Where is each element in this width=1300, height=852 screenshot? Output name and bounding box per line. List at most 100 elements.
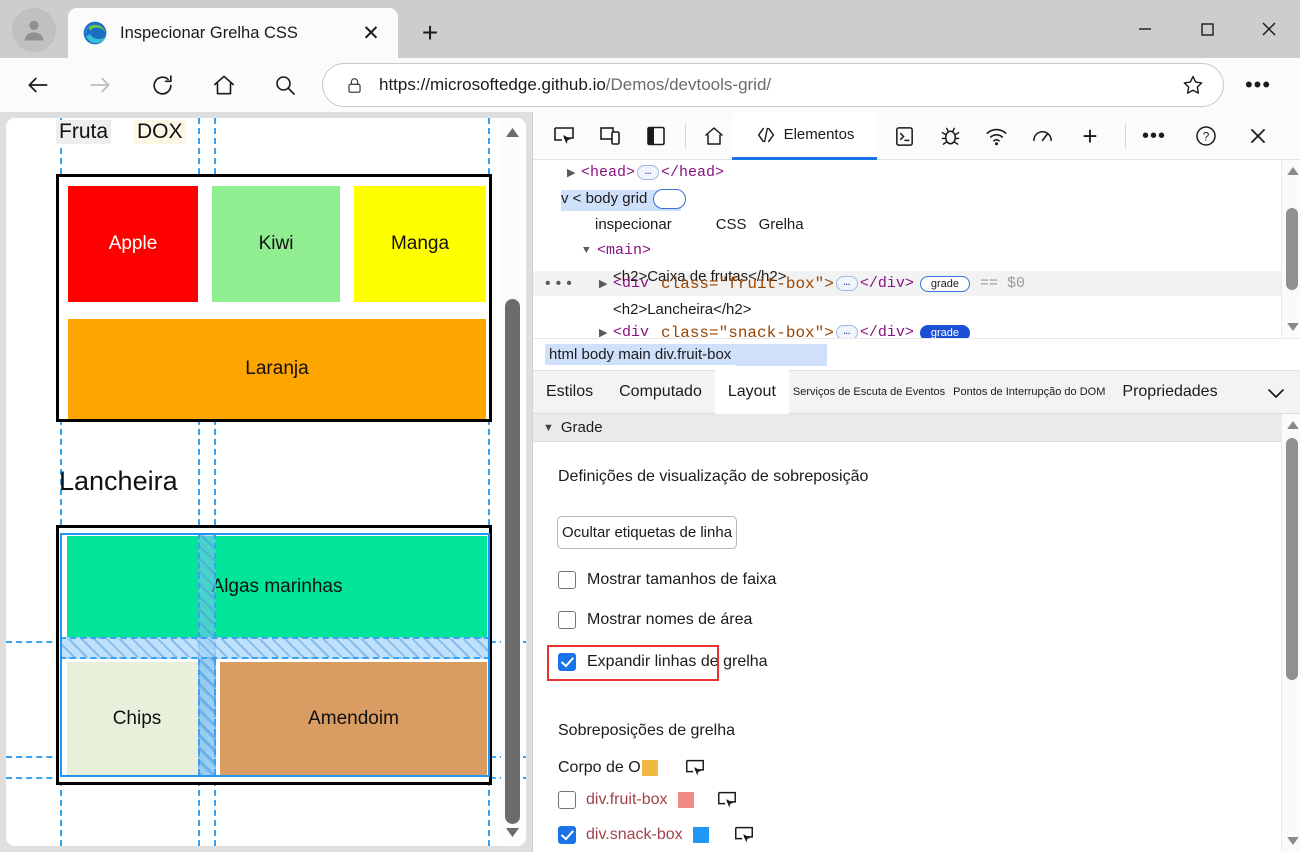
tab-event-listeners[interactable]: Serviços de Escuta de Eventos <box>789 370 949 414</box>
add-favorite-button[interactable] <box>1173 73 1213 97</box>
dom-row-body[interactable]: v < body grid <box>533 186 1300 211</box>
debugger-button[interactable] <box>931 118 969 154</box>
checkbox-extend-grid-lines[interactable] <box>558 653 576 671</box>
browser-title-bar: Inspecionar Grelha CSS ✕ + <box>0 0 1300 58</box>
tab-layout[interactable]: Layout <box>715 370 789 414</box>
fruit-cell-label: Laranja <box>245 358 308 380</box>
checkbox-row-extend-grid-lines[interactable]: Expandir linhas de grelha <box>558 653 768 671</box>
overlay-pick-button-body[interactable] <box>684 757 706 779</box>
back-button[interactable] <box>18 65 58 105</box>
section-collapse-icon[interactable]: ▼ <box>543 422 554 434</box>
scroll-up-arrow-icon[interactable] <box>505 125 520 139</box>
window-minimize-button[interactable] <box>1114 0 1176 58</box>
window-controls <box>1114 0 1300 58</box>
layout-panel-scrollbar-thumb[interactable] <box>1286 438 1298 680</box>
fruit-cell-label: Apple <box>109 233 158 255</box>
overlay-pick-button-fruit-box[interactable] <box>716 789 738 811</box>
browser-tab[interactable]: Inspecionar Grelha CSS ✕ <box>68 8 398 58</box>
grid-badge-body[interactable] <box>653 189 686 209</box>
profile-avatar-button[interactable] <box>12 8 56 52</box>
console-button[interactable] <box>885 118 923 154</box>
welcome-tab-button[interactable] <box>695 118 733 154</box>
breadcrumb[interactable]: html body main div.fruit-box <box>533 338 1300 370</box>
checkbox-track-sizes[interactable] <box>558 571 576 589</box>
grid-badge-fruit-box[interactable]: grade <box>920 276 970 292</box>
page-scrollbar-thumb[interactable] <box>505 299 520 824</box>
dom-row-main[interactable]: ▼ <main> <box>533 238 1300 263</box>
expand-triangle-icon[interactable]: ▶ <box>599 326 613 339</box>
home-button[interactable] <box>204 65 244 105</box>
device-emulation-button[interactable] <box>591 118 629 154</box>
dom-div-close: </div> <box>860 275 914 292</box>
scroll-down-arrow-icon[interactable] <box>1285 834 1300 848</box>
dom-row-snack-box[interactable]: ▶ <div class="snack-box"> … </div> grade <box>533 320 1300 338</box>
tab-propriedades[interactable]: Propriedades <box>1109 370 1230 414</box>
window-maximize-button[interactable] <box>1176 0 1238 58</box>
overlay-name-fruit-box: div.fruit-box <box>586 791 668 809</box>
checkbox-extend-grid-lines-label: Expandir linhas de grelha <box>587 653 768 671</box>
tab-estilos[interactable]: Estilos <box>533 370 606 414</box>
collapse-triangle-icon[interactable]: ▼ <box>583 245 597 257</box>
grid-badge-snack-box[interactable]: grade <box>920 325 970 339</box>
overlay-checkbox-fruit-box[interactable] <box>558 791 576 809</box>
dom-tree[interactable]: ▶ <head> … </head> v < body grid inspeci… <box>533 160 1300 338</box>
page-scrollbar[interactable] <box>501 121 523 843</box>
collapsed-children-icon[interactable]: … <box>836 325 858 338</box>
dom-tree-scrollbar-thumb[interactable] <box>1286 208 1298 290</box>
checkbox-track-sizes-label: Mostrar tamanhos de faixa <box>587 571 776 589</box>
checkbox-row-track-sizes[interactable]: Mostrar tamanhos de faixa <box>558 571 776 589</box>
search-button[interactable] <box>265 65 305 105</box>
grid-section-header[interactable]: ▼ Grade <box>533 414 1300 442</box>
tab-elementos[interactable]: Elementos <box>732 112 877 160</box>
devtools-close-button[interactable] <box>1239 118 1277 154</box>
overlay-pick-button-snack-box[interactable] <box>733 824 755 846</box>
scroll-down-arrow-icon[interactable] <box>1285 320 1300 334</box>
tab-computado[interactable]: Computado <box>606 370 715 414</box>
dock-panel-icon <box>644 124 668 148</box>
window-close-button[interactable] <box>1238 0 1300 58</box>
overlay-color-swatch-fruit-box <box>678 792 694 808</box>
new-tab-button[interactable]: + <box>410 14 450 52</box>
panel-tabs-overflow-button[interactable] <box>1265 383 1287 408</box>
add-tool-button[interactable]: + <box>1071 118 1109 154</box>
overlay-row-fruit-box[interactable]: div.fruit-box <box>558 789 738 811</box>
debugger-bug-icon <box>939 125 962 148</box>
overlay-row-body[interactable]: Corpo de O <box>558 757 706 779</box>
checkbox-row-area-names[interactable]: Mostrar nomes de área <box>558 611 752 629</box>
hide-line-labels-button[interactable]: Ocultar etiquetas de linha <box>557 516 737 549</box>
network-button[interactable] <box>977 118 1015 154</box>
address-bar[interactable]: https://microsoftedge.github.io/Demos/de… <box>322 63 1224 107</box>
checkbox-area-names-label: Mostrar nomes de área <box>587 611 752 629</box>
dom-tree-scrollbar[interactable] <box>1281 160 1300 338</box>
tab-close-icon[interactable]: ✕ <box>354 16 388 50</box>
performance-button[interactable] <box>1023 118 1061 154</box>
dock-position-button[interactable] <box>637 118 675 154</box>
performance-gauge-icon <box>1031 125 1054 148</box>
browser-settings-button[interactable]: ••• <box>1238 70 1278 100</box>
reload-button[interactable] <box>142 65 182 105</box>
dom-row-h2-lunch[interactable]: <h2>Lancheira</h2> <box>533 297 1300 322</box>
inspect-element-button[interactable] <box>545 118 583 154</box>
device-emulation-icon <box>598 124 622 148</box>
collapsed-children-icon[interactable]: … <box>637 165 659 180</box>
expand-triangle-icon[interactable]: ▶ <box>599 277 613 291</box>
url-text[interactable]: https://microsoftedge.github.io/Demos/de… <box>379 75 1173 95</box>
checkbox-area-names[interactable] <box>558 611 576 629</box>
scroll-down-arrow-icon[interactable] <box>505 825 520 839</box>
tab-dom-breakpoints[interactable]: Pontos de Interrupção do DOM <box>949 370 1109 414</box>
collapsed-children-icon[interactable]: … <box>836 276 858 291</box>
dom-row-head[interactable]: ▶ <head> … </head> <box>533 160 1300 185</box>
scroll-up-arrow-icon[interactable] <box>1285 164 1300 178</box>
overlay-row-snack-box[interactable]: div.snack-box <box>558 824 755 846</box>
devtools-more-button[interactable]: ••• <box>1135 118 1173 154</box>
layout-panel-scrollbar[interactable] <box>1281 414 1300 852</box>
dom-row-more-button[interactable]: ••• <box>543 275 575 293</box>
overlay-checkbox-snack-box[interactable] <box>558 826 576 844</box>
expand-triangle-icon[interactable]: ▶ <box>567 166 581 180</box>
scroll-up-arrow-icon[interactable] <box>1285 418 1300 432</box>
breadcrumb-path[interactable]: html body main div.fruit-box <box>545 344 735 365</box>
dom-row-fruit-box[interactable]: ▶ <div class="fruit-box"> … </div> grade… <box>533 271 1300 296</box>
devtools-help-button[interactable]: ? <box>1187 118 1225 154</box>
dom-div-open-2: <div <box>613 324 649 338</box>
fruit-cell-manga: Manga <box>354 186 486 302</box>
